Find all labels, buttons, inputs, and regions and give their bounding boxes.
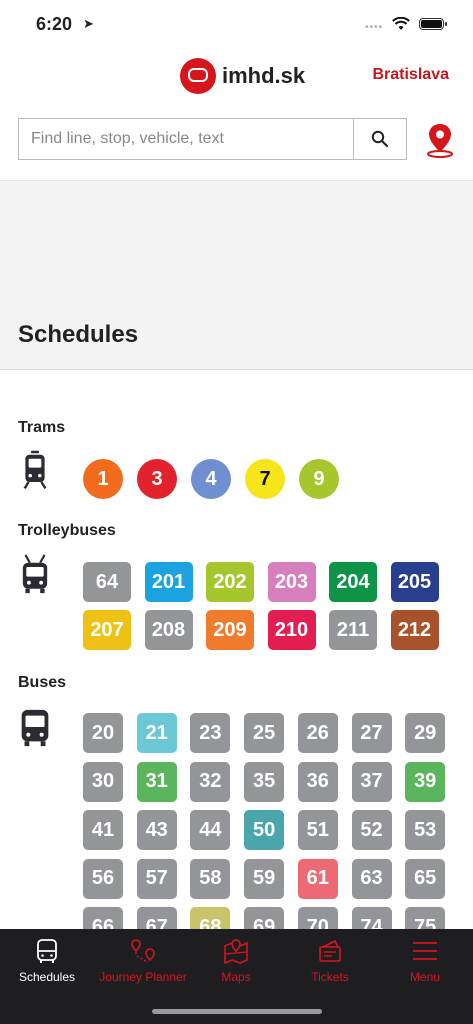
tab-journey-planner[interactable]: Journey Planner — [96, 929, 190, 999]
tram-icon — [23, 450, 47, 490]
city-selector[interactable]: Bratislava — [373, 66, 450, 84]
line-209-button[interactable]: 209 — [206, 610, 254, 650]
line-201-button[interactable]: 201 — [144, 562, 193, 602]
line-35-button[interactable]: 35 — [244, 761, 285, 802]
line-27-button[interactable]: 27 — [351, 713, 392, 753]
line-20-button[interactable]: 20 — [83, 713, 123, 753]
line-64-button[interactable]: 64 — [83, 562, 131, 602]
line-53-button[interactable]: 53 — [405, 810, 446, 850]
line-43-button[interactable]: 43 — [136, 810, 177, 850]
line-4-button[interactable]: 4 — [191, 459, 231, 499]
cellular-signal-icon: •••• — [365, 22, 384, 33]
line-30-button[interactable]: 30 — [83, 761, 123, 802]
line-36-button[interactable]: 36 — [297, 761, 338, 802]
tab-tickets[interactable]: Tickets — [283, 929, 377, 999]
line-25-button[interactable]: 25 — [244, 713, 285, 753]
map-icon — [224, 939, 248, 964]
line-212-button[interactable]: 212 — [390, 610, 439, 650]
page-title: Schedules — [18, 321, 139, 348]
line-9-button[interactable]: 9 — [299, 459, 339, 499]
search-bar — [0, 100, 473, 181]
line-65-button[interactable]: 65 — [405, 858, 446, 899]
line-50-button[interactable]: 50 — [244, 810, 285, 850]
wifi-icon — [392, 17, 410, 30]
tab-schedules[interactable]: Schedules — [0, 929, 94, 999]
line-1-button[interactable]: 1 — [83, 459, 123, 499]
search-icon — [371, 130, 389, 148]
tab-label: Schedules — [18, 970, 76, 984]
line-37-button[interactable]: 37 — [351, 761, 392, 802]
line-51-button[interactable]: 51 — [297, 810, 338, 850]
tab-label: Menu — [409, 970, 441, 984]
line-208-button[interactable]: 208 — [144, 610, 193, 650]
tab-label: Tickets — [311, 970, 349, 984]
line-58-button[interactable]: 58 — [190, 858, 231, 899]
line-202-button[interactable]: 202 — [206, 562, 254, 602]
hamburger-icon — [413, 942, 437, 960]
trams-label: Trams — [18, 419, 66, 436]
logo-text: imhd.sk — [222, 63, 306, 88]
line-205-button[interactable]: 205 — [390, 562, 439, 602]
status-bar: 6:20 ➤ •••• — [0, 0, 473, 50]
line-29-button[interactable]: 29 — [405, 713, 446, 753]
home-indicator — [152, 1009, 322, 1014]
route-pin-icon — [131, 939, 155, 963]
line-41-button[interactable]: 41 — [83, 810, 123, 850]
trolleybuses-label: Trolleybuses — [18, 522, 116, 539]
logo-mark-icon — [180, 58, 216, 94]
bus-icon — [21, 709, 49, 747]
tab-label: Maps — [221, 970, 251, 984]
buses-label: Buses — [18, 674, 67, 691]
bus-front-icon — [37, 939, 57, 963]
line-21-button[interactable]: 21 — [136, 713, 177, 753]
line-52-button[interactable]: 52 — [351, 810, 392, 850]
line-32-button[interactable]: 32 — [190, 761, 231, 802]
app-logo[interactable]: imhd.sk — [180, 58, 305, 94]
tab-maps[interactable]: Maps — [189, 929, 283, 999]
trolleybus-icon — [22, 554, 48, 594]
line-203-button[interactable]: 203 — [267, 562, 316, 602]
title-banner: Schedules — [0, 181, 473, 370]
line-7-button[interactable]: 7 — [245, 459, 285, 499]
line-3-button[interactable]: 3 — [137, 459, 177, 499]
line-57-button[interactable]: 57 — [136, 858, 177, 899]
line-44-button[interactable]: 44 — [190, 810, 231, 850]
line-39-button[interactable]: 39 — [405, 761, 446, 802]
line-204-button[interactable]: 204 — [329, 562, 377, 602]
line-63-button[interactable]: 63 — [351, 858, 392, 899]
line-31-button[interactable]: 31 — [136, 761, 177, 802]
line-56-button[interactable]: 56 — [83, 858, 123, 899]
line-211-button[interactable]: 211 — [329, 610, 377, 650]
app-header: imhd.sk Bratislava — [0, 50, 473, 100]
line-207-button[interactable]: 207 — [83, 610, 131, 650]
tab-label: Journey Planner — [99, 970, 187, 984]
battery-icon — [419, 18, 447, 30]
line-210-button[interactable]: 210 — [267, 610, 316, 650]
line-26-button[interactable]: 26 — [297, 713, 338, 753]
search-input[interactable] — [18, 118, 354, 160]
location-pin-icon[interactable] — [423, 122, 457, 158]
line-23-button[interactable]: 23 — [190, 713, 231, 753]
status-time: 6:20 — [36, 14, 73, 34]
line-61-button[interactable]: 61 — [297, 858, 338, 899]
tab-menu[interactable]: Menu — [378, 929, 472, 999]
ticket-icon — [319, 939, 341, 962]
line-59-button[interactable]: 59 — [244, 858, 285, 899]
location-arrow-icon: ➤ — [83, 16, 94, 31]
search-button[interactable] — [353, 118, 407, 160]
